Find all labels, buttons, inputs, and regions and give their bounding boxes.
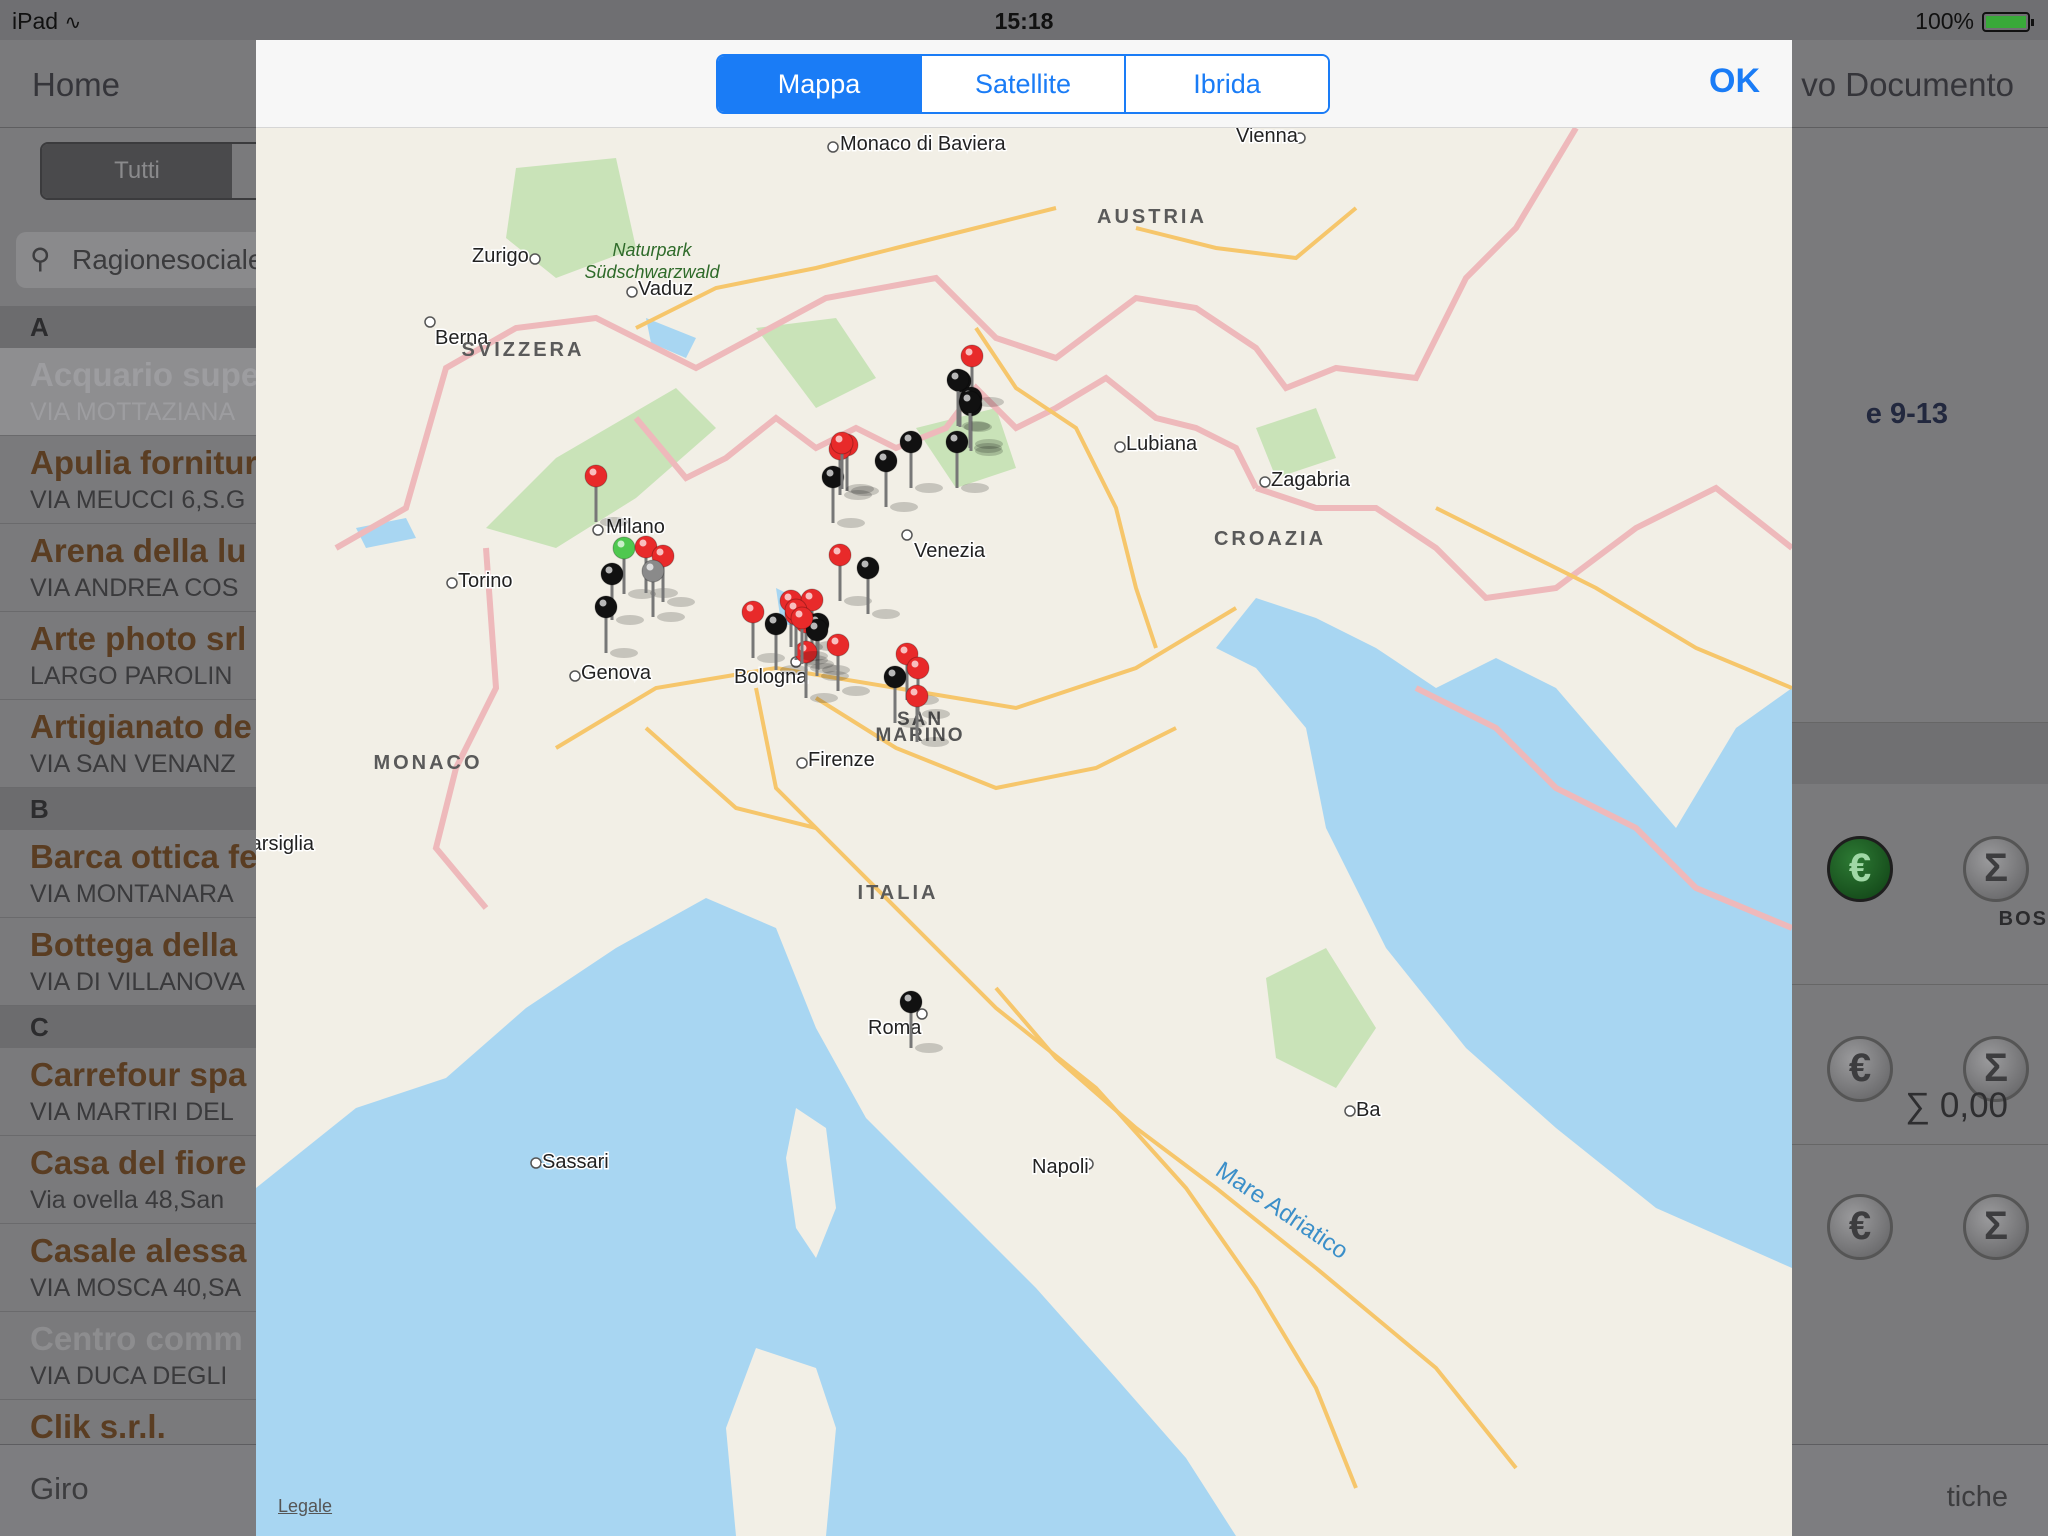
segment-mappa[interactable]: Mappa [718,56,922,112]
section-band [1791,722,2048,784]
city-label: Roma [868,1017,922,1039]
divider [1791,984,2048,985]
city-label: Firenze [808,749,875,771]
map-type-segment[interactable]: Mappa Satellite Ibrida [716,54,1330,114]
total-amount: ∑ 0,00 [1905,1086,2008,1125]
segment-satellite[interactable]: Satellite [922,56,1126,112]
city-marker [1114,441,1126,453]
region-label: CROAZIA [1214,528,1326,550]
giro-button[interactable]: Giro [30,1471,89,1507]
city-label: Marsiglia [256,833,315,855]
region-label: AUSTRIA [1097,206,1207,228]
segment-tutti[interactable]: Tutti [42,144,232,198]
region-label: MARINO [875,725,964,746]
status-right: 100% [1915,8,2034,35]
city-marker [592,524,604,536]
map-view[interactable]: Monaco di Baviera Vienna Zurigo Vaduz Berna M… [256,128,1792,1536]
park-label: Südschwarzwald [584,262,720,282]
park-label: Naturpark [612,240,692,260]
city-label: Monaco di Baviera [840,133,1007,155]
city-label: Lubiana [1126,433,1198,455]
status-bar: iPad ∿ 15:18 100% [0,0,2048,40]
city-label: Genova [581,662,652,684]
region-label: MONACO [373,752,482,774]
city-marker [569,670,581,682]
sigma-icon[interactable]: Σ [1963,836,2029,902]
segment-ibrida[interactable]: Ibrida [1126,56,1328,112]
euro-icon[interactable]: € [1827,1036,1893,1102]
search-icon: ⚲ [30,243,51,274]
city-marker [529,253,541,265]
search-input[interactable]: Ragionesociale [72,244,263,276]
city-marker [1344,1105,1356,1117]
city-marker [626,286,638,298]
map-modal: Mappa Satellite Ibrida OK Monaco di Bavi… [256,40,1792,1536]
city-label: Torino [458,570,512,592]
screen: { "status_bar": { "device": "iPad", "tim… [0,0,2048,1536]
city-marker [530,1157,542,1169]
city-marker [827,141,839,153]
city-label: Venezia [914,540,986,562]
city-marker [901,529,913,541]
region-label: ITALIA [858,882,939,904]
city-label: Vienna [1236,128,1299,147]
city-label: Sassari [542,1151,609,1173]
status-time: 15:18 [994,8,1054,34]
city-marker [424,316,436,328]
statistics-button[interactable]: tiche [1947,1481,2008,1514]
euro-icon[interactable]: € [1827,1194,1893,1260]
bos-label: BOS [1998,908,2048,930]
euro-icon[interactable]: € [1827,836,1893,902]
battery-percent: 100% [1915,8,1974,34]
address-text: e 9-13 [1865,398,1948,430]
sigma-icon[interactable]: Σ [1963,1194,2029,1260]
ok-button[interactable]: OK [1709,62,1760,101]
legal-link[interactable]: Legale [278,1496,332,1517]
new-document-button[interactable]: vo Documento [1801,66,2014,104]
home-button[interactable]: Home [32,66,120,104]
region-label: SVIZZERA [462,339,585,361]
city-marker [446,577,458,589]
city-marker [1259,476,1271,488]
city-label: Ba [1356,1099,1381,1121]
city-marker [796,757,808,769]
divider [1791,1144,2048,1145]
modal-toolbar: Mappa Satellite Ibrida OK [256,40,1792,128]
city-label: Zurigo [472,245,529,267]
city-label: Napoli [1032,1156,1089,1178]
battery-icon [1982,11,2034,32]
city-label: Zagabria [1271,469,1351,491]
